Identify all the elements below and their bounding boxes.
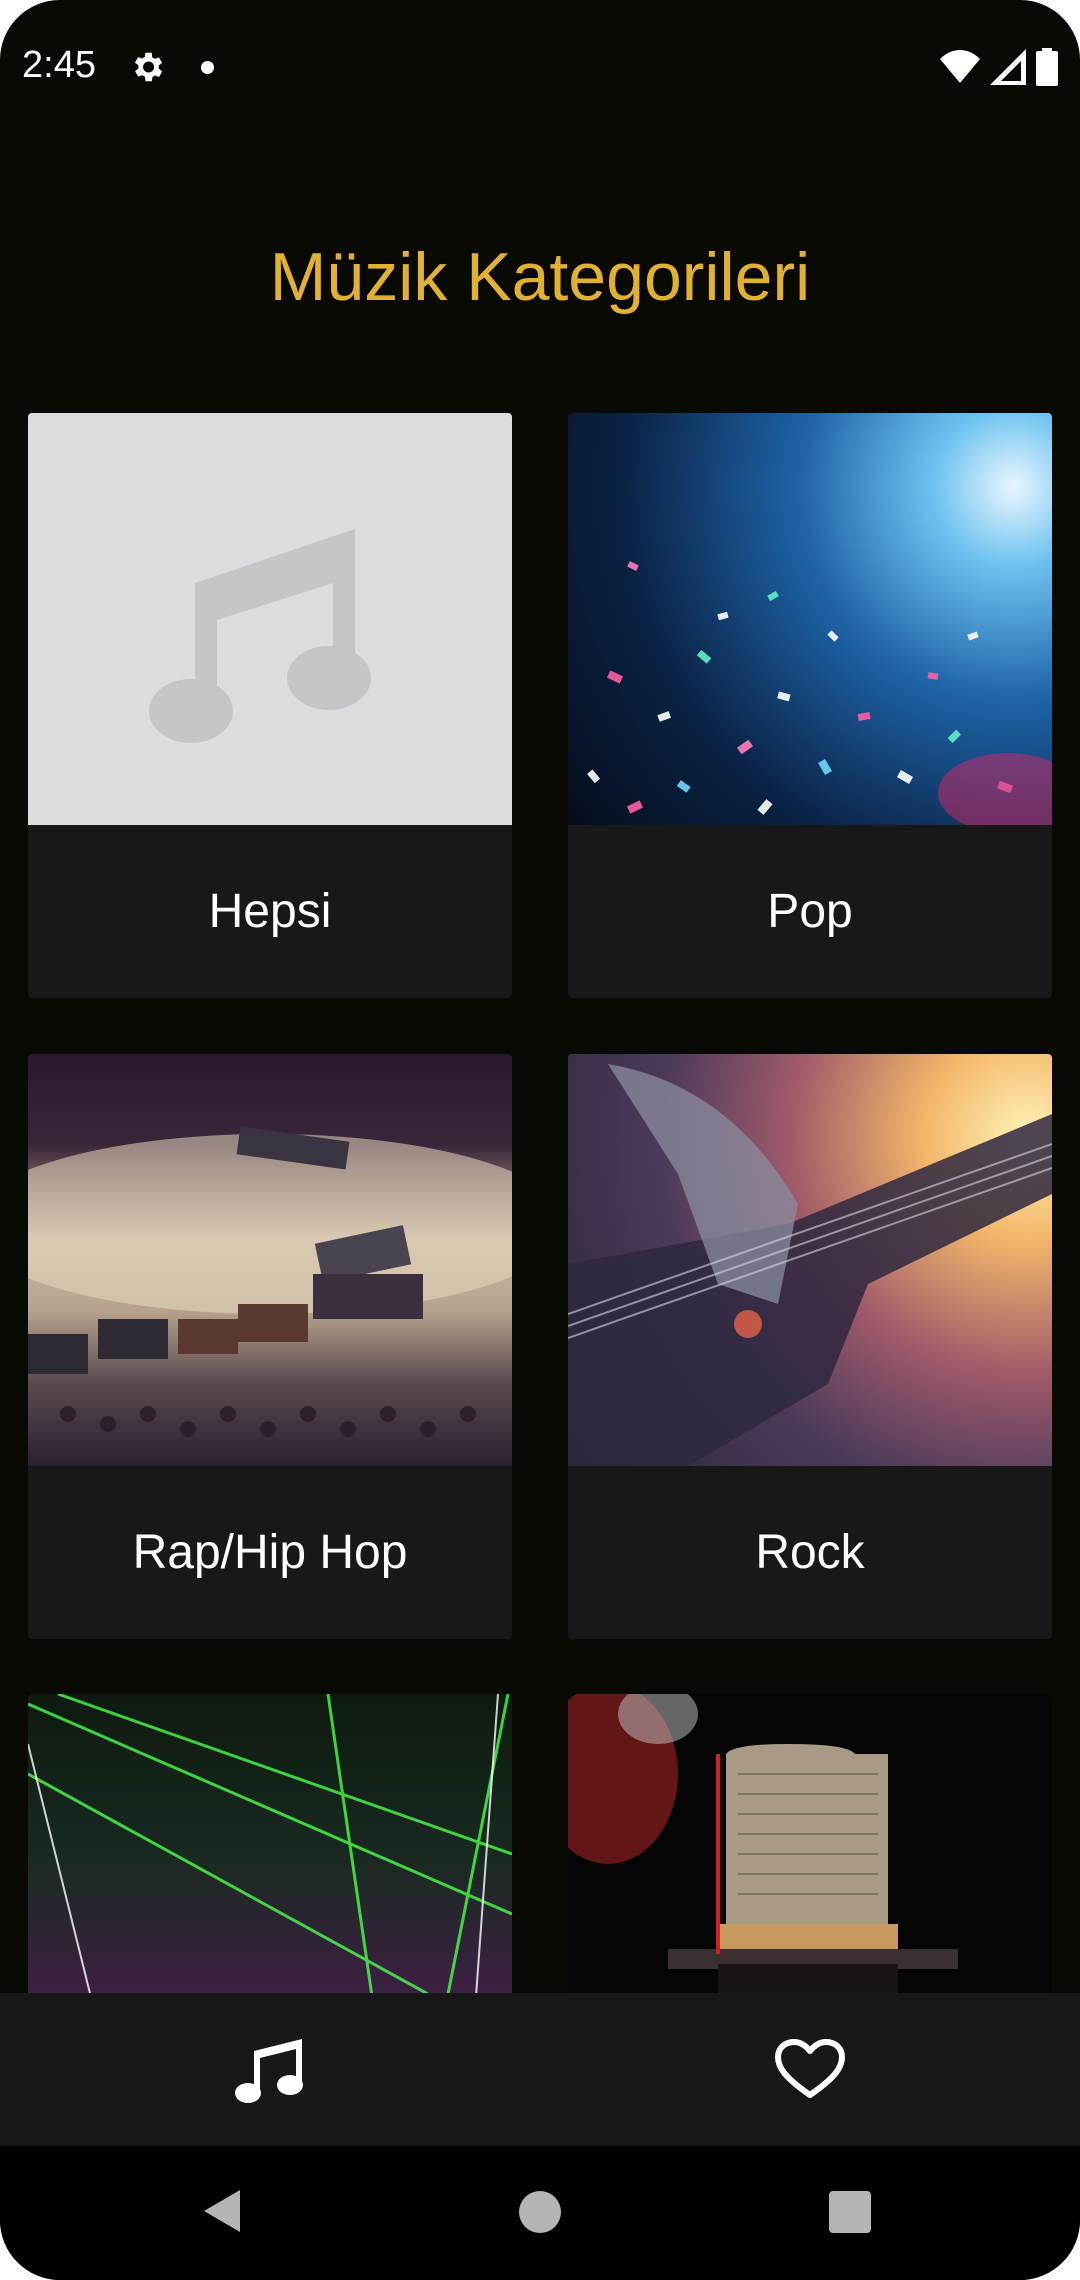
confetti-photo <box>587 561 1052 825</box>
back-icon[interactable] <box>200 2188 242 2234</box>
screen: 2:45 Müzik Kategorileri Hepsi Pop Rap/Hi… <box>0 0 1080 2280</box>
category-label: Rap/Hip Hop <box>132 1526 408 1579</box>
category-grid: Hepsi Pop Rap/Hip Hop Rock <box>0 0 1080 1993</box>
recents-icon[interactable] <box>829 2191 871 2233</box>
category-card-rap-hip-hop[interactable]: Rap/Hip Hop <box>28 1054 512 1639</box>
audio-gear-photo <box>28 1126 512 1437</box>
category-image <box>28 1054 512 1466</box>
category-image <box>28 413 512 825</box>
music-note-icon <box>149 529 371 743</box>
electric-guitar-photo <box>568 1064 1052 1466</box>
category-label: Pop <box>767 885 853 938</box>
category-image <box>28 1694 512 1993</box>
nav-favorites-tab[interactable] <box>540 1993 1080 2146</box>
category-label: Hepsi <box>208 885 332 938</box>
heart-outline-icon <box>775 2038 845 2098</box>
laser-show-photo <box>28 1694 512 1993</box>
category-image <box>568 1694 1052 1993</box>
nav-music-tab[interactable] <box>0 1993 540 2146</box>
category-card-electronic[interactable] <box>28 1694 512 1993</box>
microphone-photo <box>568 1694 958 1993</box>
music-note-icon <box>235 2038 303 2103</box>
category-card-hepsi[interactable]: Hepsi <box>28 413 512 998</box>
category-image <box>568 413 1052 825</box>
category-card-microphone[interactable] <box>568 1694 1052 1993</box>
home-icon[interactable] <box>519 2191 561 2233</box>
category-image <box>568 1054 1052 1466</box>
bottom-navigation <box>0 1993 1080 2146</box>
category-card-rock[interactable]: Rock <box>568 1054 1052 1639</box>
system-navigation-bar <box>0 2146 1080 2280</box>
category-card-pop[interactable]: Pop <box>568 413 1052 998</box>
category-label: Rock <box>755 1526 865 1579</box>
